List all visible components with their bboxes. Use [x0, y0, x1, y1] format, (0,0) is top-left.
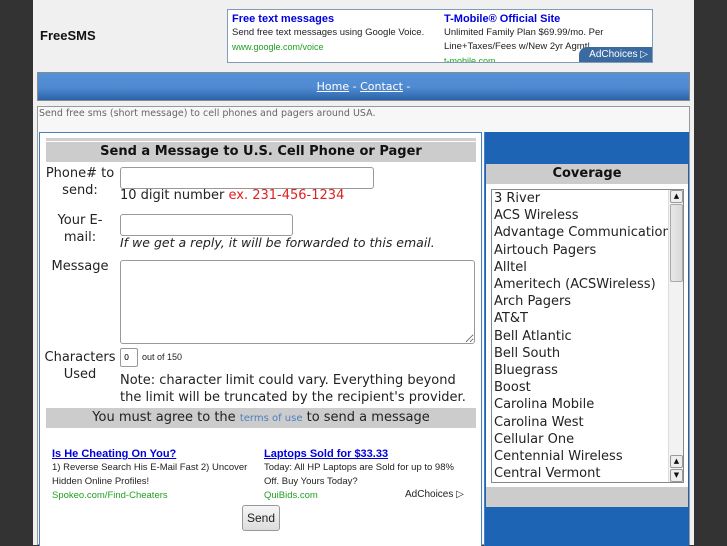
form-header: Send a Message to U.S. Cell Phone or Pag… — [46, 142, 476, 162]
coverage-item[interactable]: Boost — [492, 379, 683, 396]
ad-title[interactable]: Is He Cheating On You? — [52, 447, 257, 461]
coverage-footer — [486, 487, 688, 507]
phone-label: Phone# to send: — [45, 166, 115, 198]
characters-used-label: Characters Used — [44, 350, 116, 382]
adchoices-badge[interactable]: AdChoices ▷ — [579, 47, 652, 62]
coverage-item[interactable]: Advantage Communications — [492, 224, 683, 241]
coverage-header: Coverage — [486, 164, 688, 184]
page: FreeSMS Free text messages Send free tex… — [33, 0, 694, 546]
ad-body: Today: All HP Laptops are Sold for up to… — [264, 462, 454, 487]
coverage-item[interactable]: AT&T — [492, 310, 683, 327]
coverage-item[interactable]: Centennial Wireless — [492, 448, 683, 465]
phone-example: ex. 231-456-1234 — [228, 188, 345, 203]
site-title: FreeSMS — [40, 28, 96, 43]
character-limit-note: Note: character limit could vary. Everyt… — [120, 373, 466, 405]
coverage-item[interactable]: Cellular One — [492, 431, 683, 448]
top-ad-1[interactable]: Free text messages Send free text messag… — [232, 12, 442, 54]
phone-hint: 10 digit number ex. 231-456-1234 — [120, 188, 344, 203]
phone-hint-text: 10 digit number — [120, 188, 229, 203]
coverage-item[interactable]: Ameritech (ACSWireless) — [492, 276, 683, 293]
coverage-item[interactable]: Central Vermont — [492, 465, 683, 482]
content-frame: Send free sms (short message) to cell ph… — [37, 106, 690, 546]
nav-bar: Home - Contact - — [37, 72, 690, 101]
coverage-item[interactable]: Carolina Mobile — [492, 396, 683, 413]
ad-body: 1) Reverse Search His E-Mail Fast 2) Unc… — [52, 462, 248, 487]
send-button[interactable]: Send — [242, 505, 280, 531]
terms-bar: You must agree to the terms of use to se… — [46, 408, 476, 428]
coverage-item[interactable]: Bell South — [492, 345, 683, 362]
nav-separator: - — [349, 80, 361, 93]
coverage-item[interactable]: Bluegrass — [492, 362, 683, 379]
ad-title[interactable]: Laptops Sold for $33.33 — [264, 447, 469, 461]
adchoices-link[interactable]: AdChoices ▷ — [405, 489, 464, 500]
coverage-box: 3 River ACS Wireless Advantage Communicati… — [486, 184, 688, 487]
ad-body: Send free text messages using Google Voi… — [232, 27, 425, 38]
send-message-form: Send a Message to U.S. Cell Phone or Pag… — [39, 132, 482, 546]
phone-input[interactable] — [120, 167, 374, 189]
email-hint: If we get a reply, it will be forwarded … — [120, 235, 435, 250]
coverage-item[interactable]: Arch Pagers — [492, 293, 683, 310]
terms-prefix: You must agree to the — [92, 410, 240, 425]
coverage-item[interactable]: Alltel — [492, 259, 683, 276]
nav-home-link[interactable]: Home — [317, 80, 349, 93]
coverage-item[interactable]: Airtouch Pagers — [492, 242, 683, 259]
coverage-item[interactable]: ACS Wireless — [492, 207, 683, 224]
ad-url[interactable]: www.google.com/voice — [232, 40, 442, 54]
email-label: Your E-mail: — [57, 213, 103, 245]
scroll-up-arrow-icon[interactable]: ▲ — [670, 455, 683, 468]
coverage-item[interactable]: 3 River — [492, 190, 683, 207]
characters-used-counter: 0 — [120, 348, 138, 367]
coverage-item[interactable]: Carolina West — [492, 414, 683, 431]
nav-contact-link[interactable]: Contact — [360, 80, 403, 93]
scrollbar-thumb[interactable] — [670, 204, 683, 282]
coverage-panel: Coverage 3 River ACS Wireless Advantage Co… — [484, 132, 689, 546]
ad-title[interactable]: Free text messages — [232, 12, 442, 26]
coverage-items: 3 River ACS Wireless Advantage Communicati… — [492, 190, 683, 482]
ad-title[interactable]: T-Mobile® Official Site — [444, 12, 652, 26]
intro-text: Send free sms (short message) to cell ph… — [39, 108, 376, 119]
scroll-up-arrow-icon[interactable]: ▲ — [670, 190, 683, 203]
message-textarea[interactable] — [120, 260, 475, 344]
message-label: Message — [51, 259, 109, 274]
character-limit-text: out of 150 — [142, 352, 183, 362]
bottom-ad-1[interactable]: Is He Cheating On You? 1) Reverse Search… — [52, 447, 257, 505]
email-input[interactable] — [120, 214, 293, 236]
divider — [46, 138, 476, 141]
coverage-item[interactable]: Bell Atlantic — [492, 328, 683, 345]
scroll-down-arrow-icon[interactable]: ▼ — [670, 469, 683, 482]
coverage-scrollbar[interactable]: ▲ ▲ ▼ — [668, 190, 683, 482]
coverage-listbox[interactable]: 3 River ACS Wireless Advantage Communicati… — [491, 189, 684, 483]
nav-separator: - — [402, 80, 411, 93]
terms-suffix: to send a message — [302, 410, 430, 425]
top-ad-banner: Free text messages Send free text messag… — [227, 9, 653, 63]
ad-url[interactable]: Spokeo.com/Find-Cheaters — [52, 489, 257, 503]
terms-of-use-link[interactable]: terms of use — [240, 413, 303, 424]
